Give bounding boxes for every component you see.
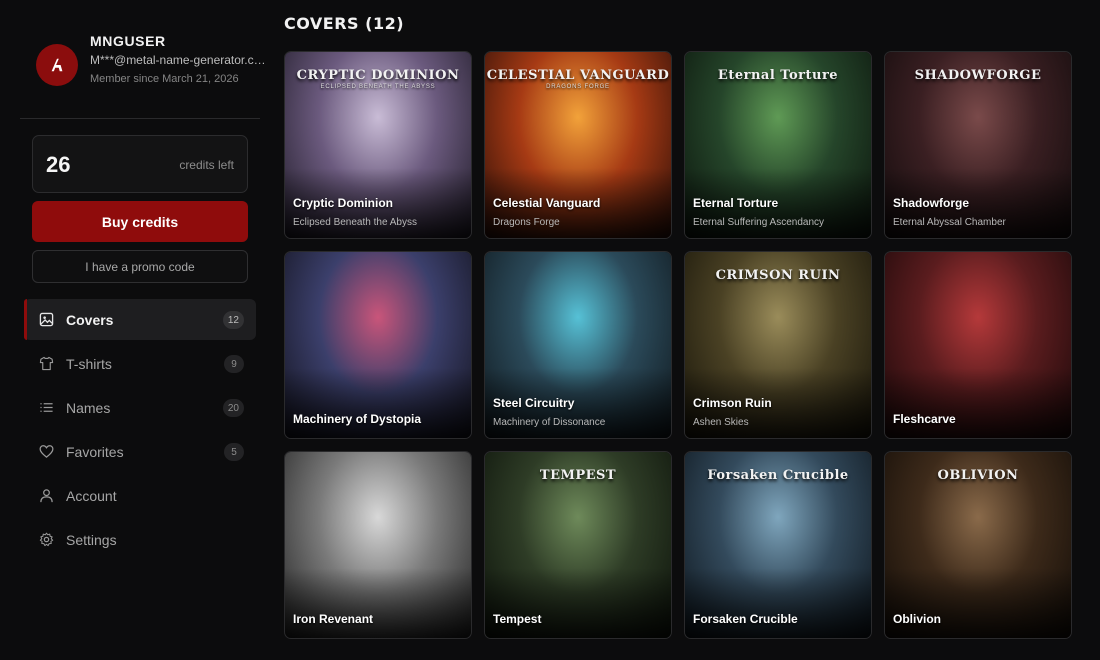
heart-icon — [39, 444, 54, 459]
cover-art-title: SHADOWFORGE — [914, 68, 1042, 83]
credits-panel: 26 credits left — [32, 135, 248, 193]
list-icon — [39, 400, 54, 415]
cover-title: Eternal Torture — [693, 196, 779, 210]
main-content: COVERS (12) CRYPTIC DOMINION ECLIPSED BEN… — [284, 0, 1084, 660]
cover-title: Oblivion — [893, 612, 941, 626]
cover-card[interactable]: Steel Circuitry Machinery of Dissonance — [484, 251, 672, 439]
sidebar-item-label: Account — [66, 488, 117, 504]
cover-title: Shadowforge — [893, 196, 970, 210]
cover-art-title: Eternal Torture — [717, 68, 839, 83]
cover-card[interactable]: TEMPEST Tempest — [484, 451, 672, 639]
cover-subtitle: Eclipsed Beneath the Abyss — [293, 217, 417, 228]
cover-art-title: OBLIVION — [937, 468, 1019, 483]
username: MNGUSER — [90, 33, 166, 49]
cover-overlay — [685, 568, 871, 638]
cover-card[interactable]: Forsaken Crucible Forsaken Crucible — [684, 451, 872, 639]
sidebar: MNGUSER M***@metal-name-generator.com Me… — [0, 0, 275, 660]
sidebar-item-favorites[interactable]: Favorites 5 — [24, 431, 256, 472]
cover-overlay — [285, 568, 471, 638]
sidebar-item-tshirts[interactable]: T-shirts 9 — [24, 343, 256, 384]
cover-overlay — [885, 368, 1071, 438]
member-since: Member since March 21, 2026 — [90, 73, 239, 85]
sidebar-item-label: T-shirts — [66, 356, 112, 372]
sidebar-item-settings[interactable]: Settings — [24, 519, 256, 560]
sidebar-item-label: Names — [66, 400, 111, 416]
cover-overlay — [485, 568, 671, 638]
cover-art-subtitle: DRAGONS FORGE — [546, 84, 610, 90]
cover-art-title: CRIMSON RUIN — [715, 268, 841, 283]
sidebar-item-account[interactable]: Account — [24, 475, 256, 516]
avatar[interactable] — [36, 44, 78, 86]
image-icon — [39, 312, 54, 327]
count-badge: 12 — [222, 311, 244, 329]
cover-title: Steel Circuitry — [493, 396, 575, 410]
tshirt-icon — [39, 356, 54, 371]
covers-grid: CRYPTIC DOMINION ECLIPSED BENEATH THE ABY… — [284, 51, 1072, 639]
sidebar-item-covers[interactable]: Covers 12 — [24, 299, 256, 340]
cover-art-title: TEMPEST — [539, 468, 617, 483]
cover-subtitle: Machinery of Dissonance — [493, 417, 606, 428]
cover-card[interactable]: CELESTIAL VANGUARD DRAGONS FORGE Celestial… — [484, 51, 672, 239]
cover-card[interactable]: OBLIVION Oblivion — [884, 451, 1072, 639]
divider — [20, 118, 260, 119]
cover-title: Forsaken Crucible — [693, 612, 798, 626]
cover-card[interactable]: SHADOWFORGE Shadowforge Eternal Abyssal Ch… — [884, 51, 1072, 239]
buy-credits-button[interactable]: Buy credits — [32, 201, 248, 242]
cover-subtitle: Eternal Abyssal Chamber — [893, 217, 1006, 228]
logo-icon — [51, 58, 63, 72]
promo-code-button[interactable]: I have a promo code — [32, 250, 248, 283]
page-title: COVERS (12) — [284, 14, 405, 33]
cover-art-title: CRYPTIC DOMINION — [296, 68, 460, 83]
sidebar-item-label: Favorites — [66, 444, 124, 460]
cover-art-title: Forsaken Crucible — [707, 468, 849, 483]
user-email: M***@metal-name-generator.com — [90, 53, 266, 67]
cover-card[interactable]: Eternal Torture Eternal Torture Eternal Su… — [684, 51, 872, 239]
cover-title: Machinery of Dystopia — [293, 412, 422, 426]
cover-title: Iron Revenant — [293, 612, 374, 626]
cover-title: Tempest — [493, 612, 542, 626]
cover-title: Fleshcarve — [893, 412, 956, 426]
cover-card[interactable]: Iron Revenant — [284, 451, 472, 639]
count-badge: 9 — [224, 355, 244, 373]
cover-card[interactable]: Fleshcarve — [884, 251, 1072, 439]
cover-subtitle: Dragons Forge — [493, 217, 560, 228]
cover-card[interactable]: Machinery of Dystopia — [284, 251, 472, 439]
cover-title: Cryptic Dominion — [293, 196, 394, 210]
credits-count: 26 — [46, 152, 71, 177]
cover-title: Crimson Ruin — [693, 396, 772, 410]
user-icon — [39, 488, 54, 503]
cover-title: Celestial Vanguard — [493, 196, 601, 210]
cover-overlay — [285, 368, 471, 438]
cover-subtitle: Eternal Suffering Ascendancy — [693, 217, 825, 228]
cover-overlay — [885, 568, 1071, 638]
count-badge: 5 — [224, 443, 244, 461]
cover-card[interactable]: CRYPTIC DOMINION ECLIPSED BENEATH THE ABY… — [284, 51, 472, 239]
cover-card[interactable]: CRIMSON RUIN Crimson Ruin Ashen Skies — [684, 251, 872, 439]
cover-subtitle: Ashen Skies — [693, 417, 749, 428]
count-badge: 20 — [222, 399, 244, 417]
sidebar-item-label: Settings — [66, 532, 117, 548]
cover-art-subtitle: ECLIPSED BENEATH THE ABYSS — [320, 84, 436, 90]
sidebar-item-names[interactable]: Names 20 — [24, 387, 256, 428]
sidebar-nav: Covers 12 T-shirts 9 Names 20 Favorites … — [24, 299, 256, 563]
gear-icon — [39, 532, 54, 547]
sidebar-item-label: Covers — [66, 312, 114, 328]
cover-art-title: CELESTIAL VANGUARD — [486, 68, 670, 83]
user-profile: MNGUSER M***@metal-name-generator.com Me… — [36, 30, 266, 110]
credits-label: credits left — [179, 158, 234, 172]
